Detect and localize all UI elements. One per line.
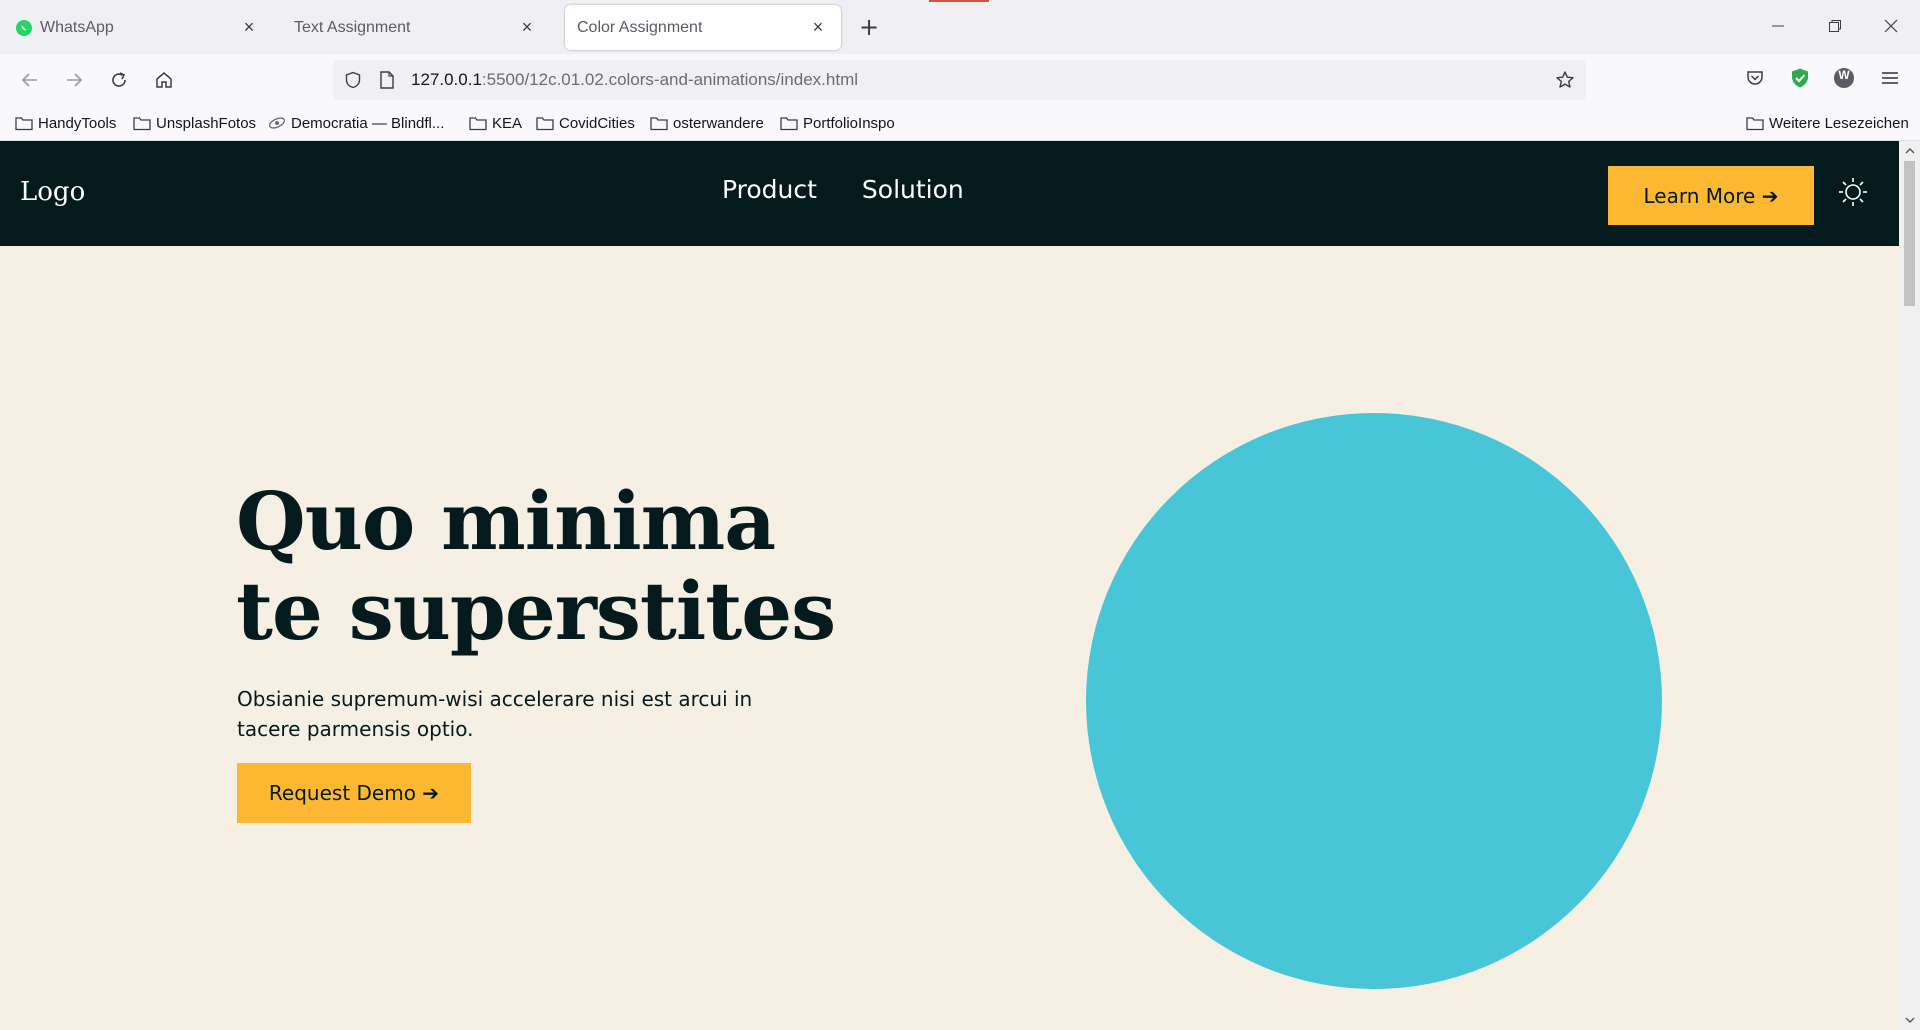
bookmark-label: HandyTools [38, 114, 117, 132]
tab-text-assignment[interactable]: Text Assignment × [282, 5, 550, 50]
tab-label: Color Assignment [577, 18, 703, 36]
scroll-thumb[interactable] [1904, 161, 1915, 306]
bookmark-democratia[interactable]: Democratia — Blindfl... [268, 112, 444, 134]
bookmark-label: PortfolioInspo [803, 114, 895, 132]
tab-loading-indicator [929, 0, 989, 2]
restore-button[interactable] [1815, 8, 1855, 44]
close-icon[interactable]: × [516, 17, 538, 39]
site-logo[interactable]: Logo [20, 177, 85, 207]
bookmark-osterwandere[interactable]: osterwandere [650, 112, 764, 134]
back-button[interactable] [12, 62, 48, 98]
tab-color-assignment[interactable]: Color Assignment × [565, 5, 841, 50]
bookmark-label: KEA [492, 114, 523, 132]
url-host: 127.0.0.1 [411, 70, 482, 89]
page-icon[interactable] [377, 70, 397, 90]
close-icon[interactable]: × [238, 17, 260, 39]
tab-label: WhatsApp [40, 18, 114, 36]
bookmark-unsplashfotos[interactable]: UnsplashFotos [133, 112, 256, 134]
tab-whatsapp[interactable]: WhatsApp × [4, 5, 272, 50]
bookmark-star-icon[interactable] [1555, 70, 1575, 90]
folder-icon [469, 115, 487, 131]
hero-title: Quo minima te superstites [236, 474, 836, 658]
home-button[interactable] [146, 62, 182, 98]
folder-icon [780, 115, 798, 131]
web-page: Logo Product Solution Learn More ➔ Quo m… [0, 141, 1899, 1030]
url-text[interactable]: 127.0.0.1:5500/12c.01.02.colors-and-anim… [411, 70, 858, 90]
request-demo-button[interactable]: Request Demo ➔ [237, 763, 471, 823]
bookmark-label: Weitere Lesezeichen [1769, 114, 1909, 132]
adblock-shield-icon[interactable] [1786, 64, 1814, 92]
close-window-button[interactable] [1871, 8, 1911, 44]
extension-letter: W [1838, 68, 1850, 82]
folder-icon [1746, 115, 1764, 131]
bookmark-label: Democratia — Blindfl... [291, 114, 445, 132]
forward-button[interactable] [56, 62, 92, 98]
bookmark-covidcities[interactable]: CovidCities [536, 112, 635, 134]
browser-chrome: WhatsApp × Text Assignment × Color Assig… [0, 0, 1920, 141]
whatsapp-icon [16, 19, 32, 36]
bookmark-other[interactable]: Weitere Lesezeichen [1746, 112, 1909, 134]
menu-icon[interactable] [1876, 64, 1904, 92]
folder-icon [650, 115, 668, 131]
page-scrollbar[interactable] [1899, 141, 1920, 1030]
folder-icon [133, 115, 151, 131]
nav-link-product[interactable]: Product [722, 175, 817, 204]
shield-icon[interactable] [343, 70, 363, 90]
minimize-button[interactable] [1758, 8, 1798, 44]
hero-title-line2: te superstites [236, 564, 836, 658]
new-tab-button[interactable]: + [855, 13, 883, 41]
pocket-icon[interactable] [1741, 64, 1769, 92]
bookmark-kea[interactable]: KEA [469, 112, 522, 134]
scroll-down-arrow[interactable] [1902, 1012, 1917, 1027]
hero-text: Obsianie supremum-wisi accelerare nisi e… [237, 687, 753, 741]
learn-more-button[interactable]: Learn More ➔ [1608, 166, 1814, 225]
reload-button[interactable] [101, 62, 137, 98]
nav-link-solution[interactable]: Solution [862, 175, 964, 204]
bookmark-portfolioinspo[interactable]: PortfolioInspo [780, 112, 895, 134]
site-nav: Product Solution [722, 175, 964, 204]
folder-icon [536, 115, 554, 131]
site-icon [268, 115, 286, 131]
extension-w-icon[interactable]: W [1830, 64, 1858, 92]
bookmark-handytools[interactable]: HandyTools [15, 112, 116, 134]
hero-title-line1: Quo minima [236, 474, 776, 568]
bookmark-label: osterwandere [673, 114, 764, 132]
scroll-up-arrow[interactable] [1902, 143, 1917, 158]
sun-icon[interactable] [1838, 177, 1868, 207]
url-bar[interactable]: 127.0.0.1:5500/12c.01.02.colors-and-anim… [333, 60, 1586, 100]
bookmark-label: CovidCities [559, 114, 635, 132]
site-header: Logo Product Solution Learn More ➔ [0, 141, 1899, 246]
close-icon[interactable]: × [807, 17, 829, 39]
tab-label: Text Assignment [294, 18, 411, 36]
navigation-bar: 127.0.0.1:5500/12c.01.02.colors-and-anim… [0, 54, 1920, 106]
bookmark-label: UnsplashFotos [156, 114, 257, 132]
bookmarks-toolbar: HandyTools UnsplashFotos Democratia — Bl… [0, 106, 1920, 141]
tab-bar: WhatsApp × Text Assignment × Color Assig… [0, 0, 1920, 54]
hero-circle [1086, 413, 1662, 989]
folder-icon [15, 115, 33, 131]
url-path: :5500/12c.01.02.colors-and-animations/in… [481, 70, 859, 89]
